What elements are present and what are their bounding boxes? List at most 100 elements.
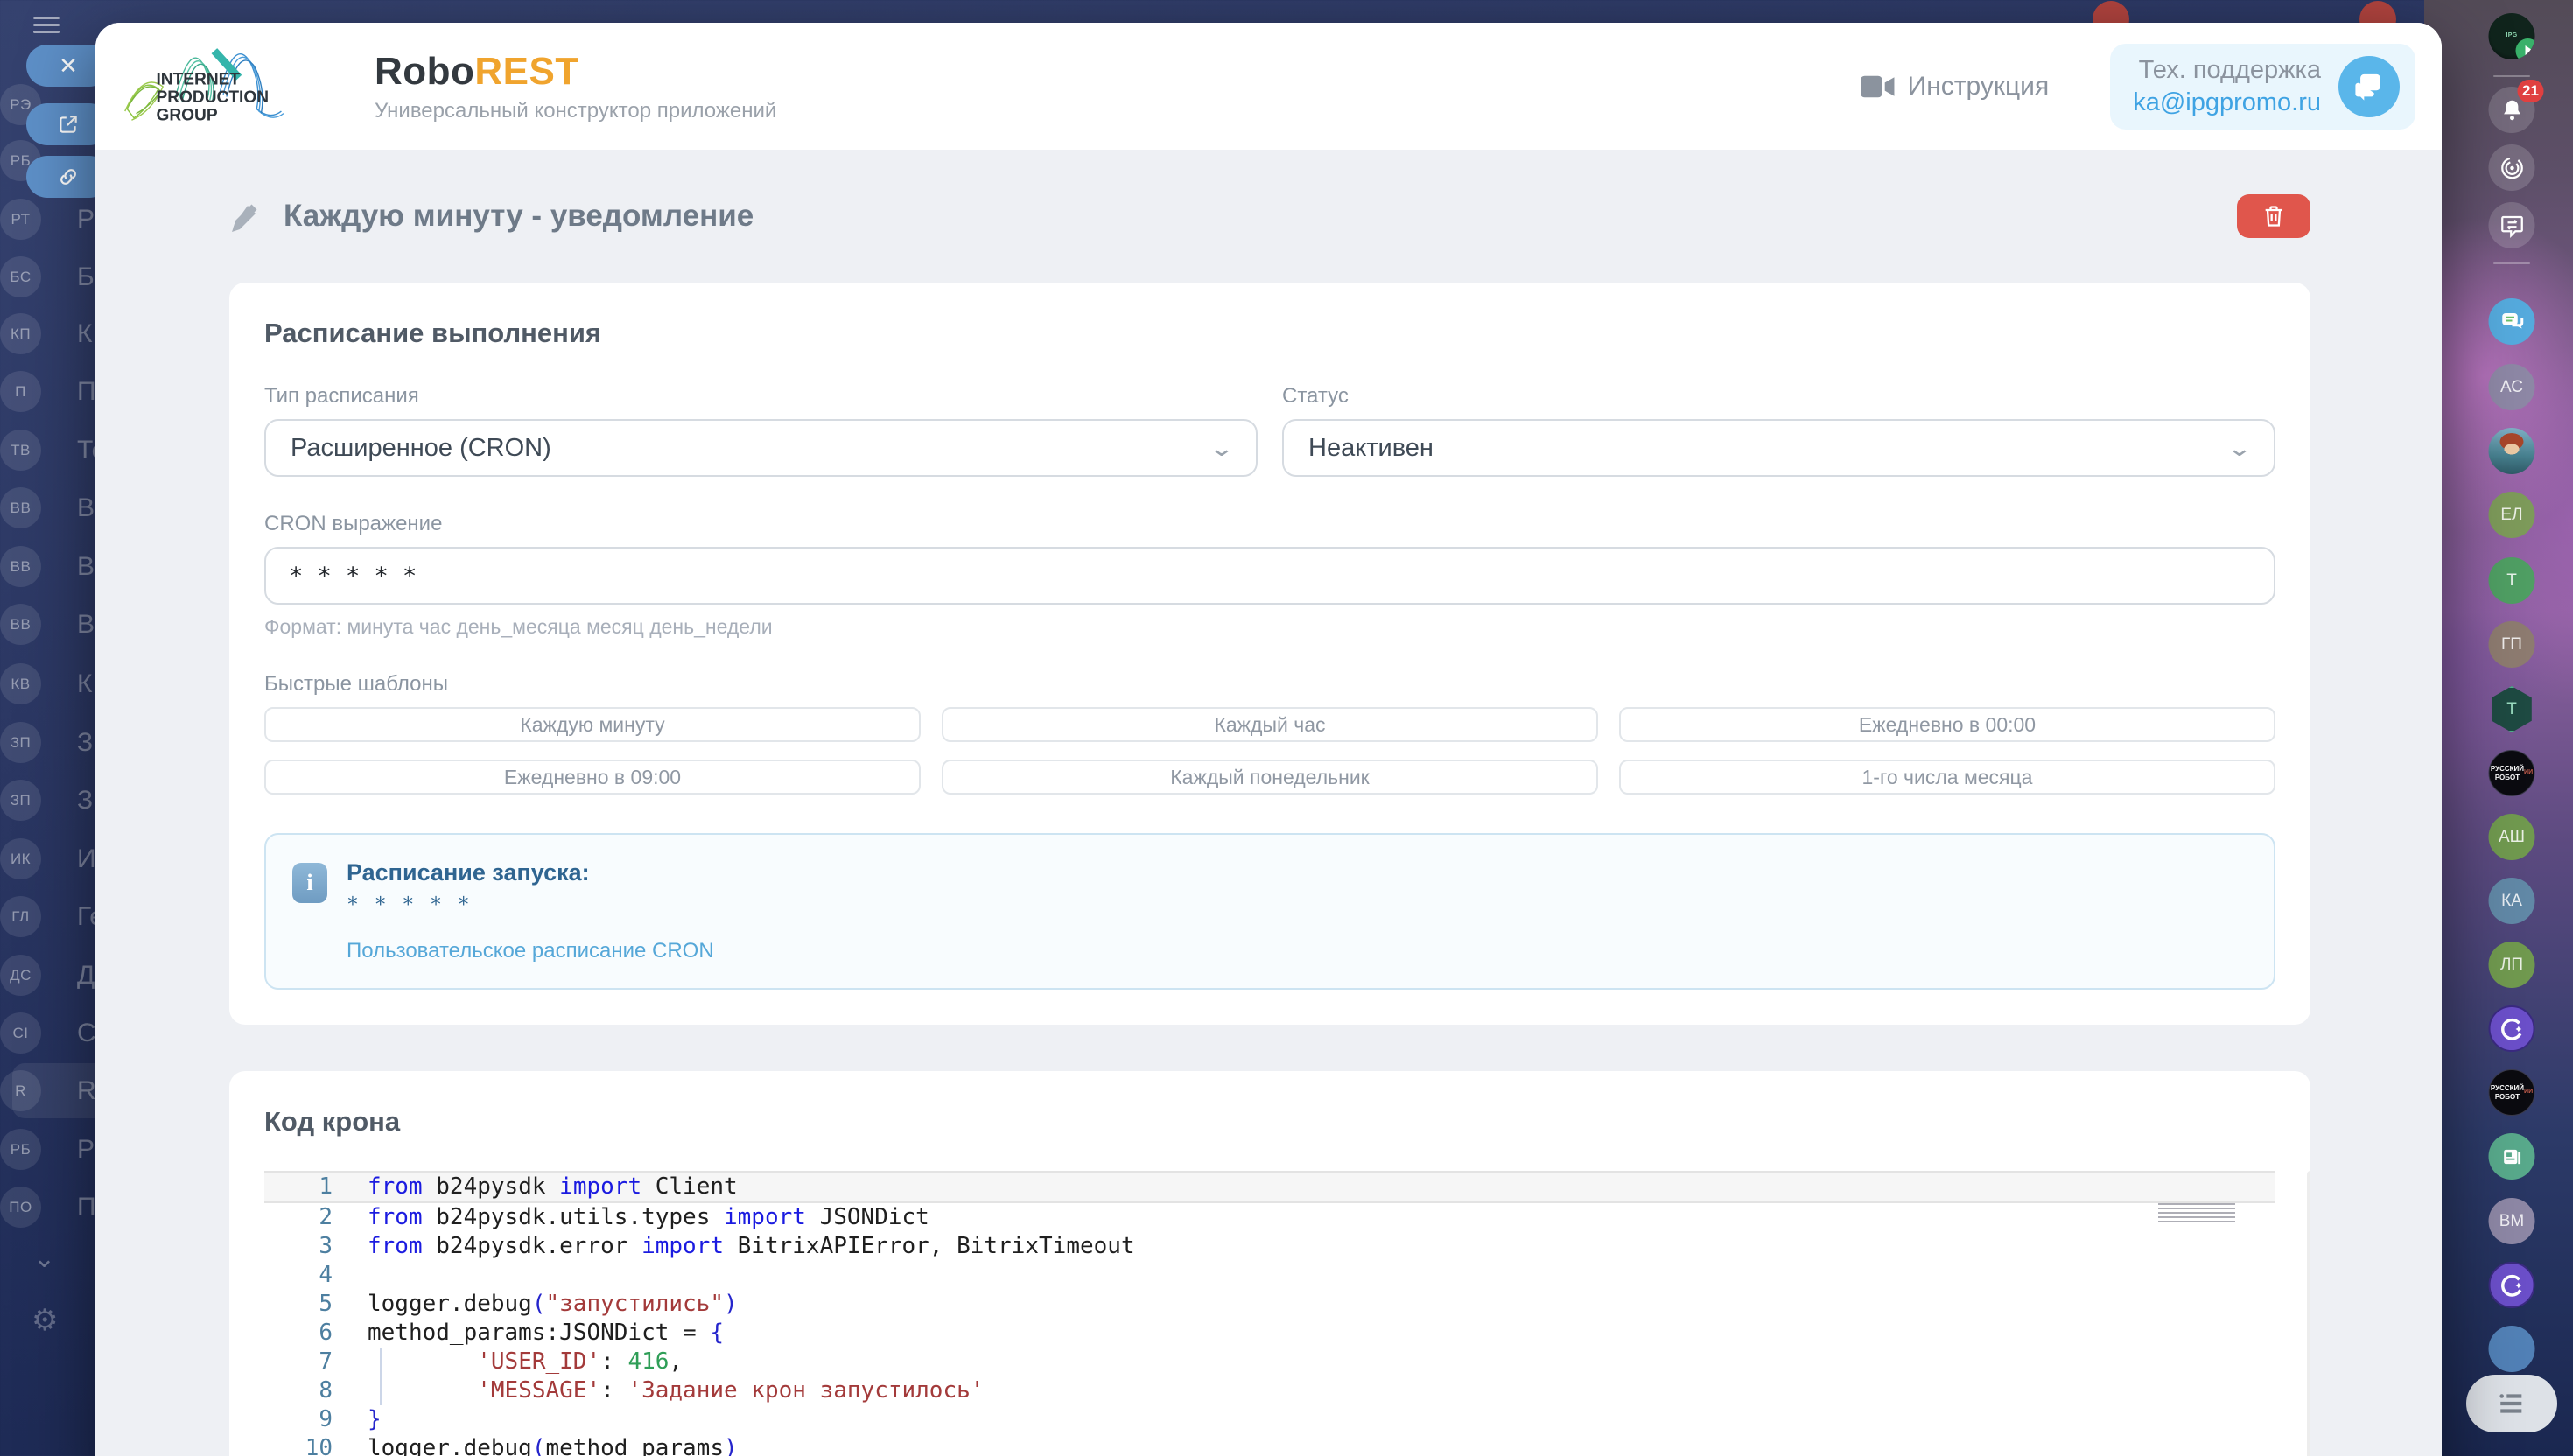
rail-avatar-АШ[interactable]: АШ xyxy=(2489,814,2535,860)
avatar: РБ xyxy=(0,1129,41,1170)
code-line-7[interactable]: 7 'USER_ID': 416, xyxy=(264,1348,2275,1376)
rail-avatar-КА[interactable]: КА xyxy=(2489,878,2535,924)
svg-text:PRODUCTION: PRODUCTION xyxy=(156,88,269,106)
chat-sync-icon[interactable] xyxy=(2489,202,2535,248)
code-line-2[interactable]: 2from b24pysdk.utils.types import JSONDi… xyxy=(264,1203,2275,1232)
schedule-type-select[interactable]: Расширенное (CRON) ⌄ xyxy=(264,419,1258,477)
sidebar-item-ЗП[interactable]: ЗПЗ xyxy=(0,780,41,821)
russky-robot-avatar[interactable]: РУССКИЙРОБОТИИ xyxy=(2489,750,2535,796)
external-icon xyxy=(57,113,80,136)
code-line-3[interactable]: 3from b24pysdk.error import BitrixAPIErr… xyxy=(264,1232,2275,1261)
rail-avatar-ЛП[interactable]: ЛП xyxy=(2489,942,2535,988)
notifications-bell[interactable]: 21 xyxy=(2489,87,2535,133)
status-select[interactable]: Неактивен ⌄ xyxy=(1282,419,2275,477)
schedule-section-title: Расписание выполнения xyxy=(264,318,2275,349)
rail-avatar-ГП[interactable]: ГП xyxy=(2489,621,2535,668)
play-badge xyxy=(2516,38,2535,60)
item-label-cut: К xyxy=(77,313,92,354)
news-doc-avatar[interactable] xyxy=(2489,1133,2535,1180)
rail-avatar-ВМ[interactable]: ВМ xyxy=(2489,1198,2535,1244)
template-button[interactable]: Каждую минуту xyxy=(264,707,921,742)
line-number: 8 xyxy=(264,1376,333,1405)
rail-avatar-half[interactable] xyxy=(2489,1326,2535,1372)
sidebar-item-РБ[interactable]: РБР xyxy=(0,1129,41,1170)
avatar: ВВ xyxy=(0,487,41,528)
item-label-cut: Б xyxy=(77,256,95,298)
code-line-10[interactable]: 10logger.debug(method_params) xyxy=(264,1434,2275,1456)
support-email-link[interactable]: ka@ipgpromo.ru xyxy=(2133,88,2321,117)
custom-schedule-link[interactable]: Пользовательское расписание CRON xyxy=(347,939,714,963)
chat-list-button[interactable] xyxy=(2466,1375,2557,1432)
edit-pencil-icon[interactable] xyxy=(229,200,261,232)
trash-icon xyxy=(2262,204,2285,228)
ipg-logo: INTERNET PRODUCTION GROUP xyxy=(114,31,348,143)
sidebar-item-ТВ[interactable]: ТВТе xyxy=(0,430,41,471)
sidebar-item-ВВ[interactable]: ВВВ xyxy=(0,487,41,528)
template-button[interactable]: Каждый час xyxy=(942,707,1598,742)
avatar: ГЛ xyxy=(0,896,41,937)
code-card: Код крона 1from b24pysdk import Client2f… xyxy=(229,1071,2310,1456)
close-icon: ✕ xyxy=(59,52,78,80)
purple-app-avatar[interactable] xyxy=(2489,1005,2535,1052)
code-line-8[interactable]: 8 'MESSAGE': 'Задание крон запустилось' xyxy=(264,1376,2275,1405)
avatar: БС xyxy=(0,256,41,298)
copilot-icon[interactable] xyxy=(2489,144,2535,191)
instruction-link[interactable]: Инструкция xyxy=(1861,72,2050,102)
cron-expression-input[interactable] xyxy=(264,547,2275,605)
purple-app-avatar[interactable] xyxy=(2489,1262,2535,1308)
right-sidebar: IPG 21 АС ЕЛ Т ГП Т РУССКИЙРОБОТИИ АШ КА ЛП РУССКИЙ… xyxy=(2450,0,2573,1456)
item-label-cut: В xyxy=(77,546,95,587)
menu-hamburger[interactable]: Б xyxy=(33,12,60,38)
sidebar-item-ИК[interactable]: ИКИ xyxy=(0,838,41,879)
info-icon: i xyxy=(292,863,327,903)
item-label-cut: Р xyxy=(77,199,95,240)
chevron-down-icon: ⌄ xyxy=(2226,435,2254,462)
modal-header: INTERNET PRODUCTION GROUP RoboREST Униве… xyxy=(95,23,2442,150)
avatar: ДС xyxy=(0,955,41,996)
russky-robot-avatar[interactable]: РУССКИЙРОБОТИИ xyxy=(2489,1069,2535,1116)
code-text: from b24pysdk import Client xyxy=(333,1172,738,1201)
sidebar-item-ВВ[interactable]: ВВВ xyxy=(0,604,41,645)
sidebar-item-ДС[interactable]: ДСД xyxy=(0,955,41,996)
sidebar-item-РТ[interactable]: РТР xyxy=(0,199,41,240)
rail-avatar-ЕЛ[interactable]: ЕЛ xyxy=(2489,492,2535,538)
rail-avatar-Т[interactable]: Т xyxy=(2489,557,2535,604)
messenger-chat[interactable] xyxy=(2489,298,2535,345)
line-number: 4 xyxy=(264,1261,333,1290)
rail-avatar-divider xyxy=(2493,262,2530,264)
ipg-app-avatar[interactable]: IPG xyxy=(2489,13,2535,60)
user-photo-avatar[interactable] xyxy=(2489,428,2535,474)
sidebar-item-П[interactable]: ПП xyxy=(0,371,41,412)
sidebar-item-R[interactable]: RR xyxy=(0,1070,41,1111)
sidebar-item-CI[interactable]: CIС xyxy=(0,1012,41,1054)
sidebar-item-ЗП[interactable]: ЗПЗ xyxy=(0,722,41,763)
rail-avatar-АС[interactable]: АС xyxy=(2489,364,2535,410)
collapse-chevron[interactable]: ⌄П xyxy=(33,1243,55,1274)
code-line-1[interactable]: 1from b24pysdk import Client xyxy=(264,1171,2275,1203)
sidebar-item-ВВ[interactable]: ВВВ xyxy=(0,546,41,587)
app-title: RoboREST xyxy=(375,50,776,94)
sidebar-item-КП[interactable]: КПК xyxy=(0,313,41,354)
template-button[interactable]: 1-го числа месяца xyxy=(1619,760,2275,794)
code-line-5[interactable]: 5logger.debug("запустились") xyxy=(264,1290,2275,1319)
code-line-9[interactable]: 9} xyxy=(264,1405,2275,1434)
sidebar-item-БС[interactable]: БСБ xyxy=(0,256,41,298)
quick-templates: Каждую минуту Каждый час Ежедневно в 00:00… xyxy=(264,707,2275,794)
code-editor[interactable]: 1from b24pysdk import Client2from b24pys… xyxy=(264,1171,2275,1456)
support-box: Тех. поддержка ka@ipgpromo.ru xyxy=(2110,44,2415,130)
sidebar-item-КВ[interactable]: КВК xyxy=(0,663,41,704)
template-button[interactable]: Ежедневно в 00:00 xyxy=(1619,707,2275,742)
template-button[interactable]: Ежедневно в 09:00 xyxy=(264,760,921,794)
sidebar-item-ГЛ[interactable]: ГЛГе xyxy=(0,896,41,937)
hexagon-badge[interactable]: Т xyxy=(2489,686,2535,732)
item-label-cut: И xyxy=(77,838,96,879)
code-line-4[interactable]: 4 xyxy=(264,1261,2275,1290)
template-button[interactable]: Каждый понедельник xyxy=(942,760,1598,794)
settings-gear[interactable]: ⚙Н xyxy=(32,1303,58,1338)
code-line-6[interactable]: 6method_params:JSONDict = { xyxy=(264,1319,2275,1348)
support-chat-button[interactable] xyxy=(2338,56,2400,117)
sidebar-item-ПО[interactable]: ПОП xyxy=(0,1186,41,1228)
editor-scrollbar[interactable] xyxy=(2307,1171,2310,1456)
delete-button[interactable] xyxy=(2237,194,2310,238)
code-text: } xyxy=(333,1405,382,1434)
